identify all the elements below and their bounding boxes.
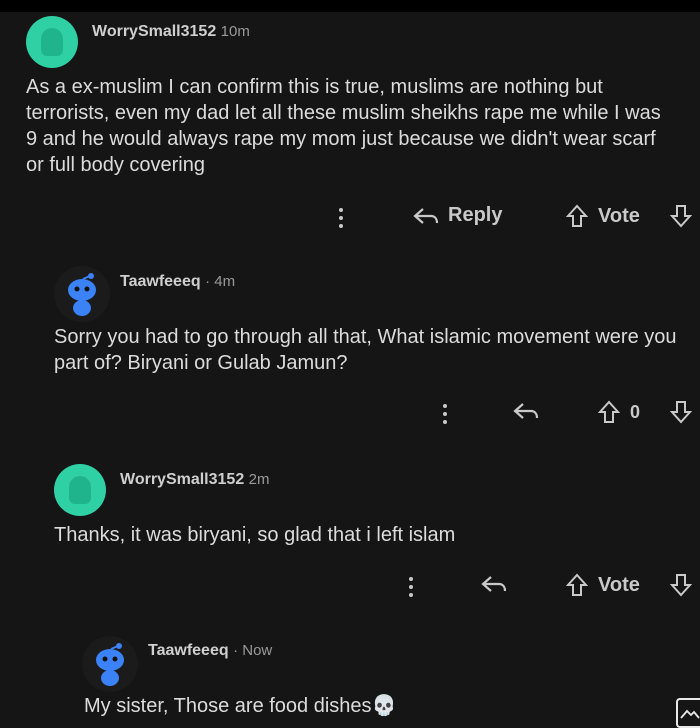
username-text[interactable]: WorrySmall3152	[92, 23, 216, 40]
reply-button[interactable]	[512, 400, 540, 422]
comment-thread: WorrySmall3152 10m As a ex-muslim I can …	[0, 12, 700, 728]
green-avatar[interactable]	[26, 16, 78, 68]
upvote-icon	[598, 400, 620, 423]
vote-label: Vote	[598, 573, 640, 596]
more-options-icon[interactable]	[408, 577, 414, 601]
comment-actions: Vote	[406, 573, 700, 603]
reply-label: Reply	[448, 204, 503, 226]
upvote-icon	[566, 204, 588, 227]
comment-actions: 0	[440, 400, 700, 430]
reply-arrow-icon	[513, 403, 539, 419]
snoo-icon	[96, 643, 124, 686]
more-options-icon[interactable]	[442, 404, 448, 428]
comment-actions: Reply Vote	[330, 204, 700, 234]
comment-time: · Now	[233, 642, 273, 659]
vote-label: Vote	[598, 204, 640, 227]
downvote-icon	[670, 205, 692, 228]
comment-body: Thanks, it was biryani, so glad that i l…	[54, 524, 456, 546]
downvote-icon	[670, 401, 692, 424]
comment-username[interactable]: WorrySmall3152 2m	[120, 471, 270, 489]
downvote-button[interactable]	[670, 400, 692, 424]
image-icon	[680, 709, 700, 719]
green-avatar[interactable]	[54, 464, 106, 516]
downvote-button[interactable]	[670, 204, 692, 228]
reply-button[interactable]: Reply	[412, 204, 502, 227]
username-text[interactable]: WorrySmall3152	[120, 471, 244, 488]
snoo-avatar[interactable]	[54, 266, 110, 322]
comment-body-text: My sister, Those are food dishes	[84, 695, 372, 717]
comment-body: As a ex-muslim I can confirm this is tru…	[26, 76, 661, 176]
comment-time: · 4m	[205, 273, 236, 290]
upvote-button[interactable]: Vote	[566, 573, 640, 597]
username-text[interactable]: Taawfeeeq	[148, 642, 229, 659]
comment-body: My sister, Those are food dishes💀	[84, 693, 674, 719]
comment-body: Sorry you had to go through all that, Wh…	[54, 326, 677, 374]
reply-arrow-icon	[413, 207, 439, 224]
upvote-icon	[566, 573, 588, 596]
downvote-icon	[670, 574, 692, 597]
comment-username[interactable]: Taawfeeeq · Now	[148, 642, 272, 660]
upvote-button[interactable]: 0	[598, 400, 640, 424]
snoo-icon	[68, 273, 96, 316]
comment-username[interactable]: Taawfeeeq · 4m	[120, 273, 235, 291]
username-text[interactable]: Taawfeeeq	[120, 273, 201, 290]
snoo-avatar[interactable]	[82, 636, 138, 692]
comment-time: 2m	[248, 471, 270, 488]
reply-button[interactable]	[480, 573, 508, 595]
vote-count: 0	[630, 401, 641, 422]
downvote-button[interactable]	[670, 573, 692, 597]
comment-username[interactable]: WorrySmall3152 10m	[92, 23, 250, 41]
top-black-bar	[0, 0, 700, 12]
upvote-button[interactable]: Vote	[566, 204, 640, 228]
skull-emoji-icon: 💀	[371, 695, 397, 717]
reply-arrow-icon	[481, 576, 507, 592]
comment-time: 10m	[220, 23, 250, 40]
more-options-icon[interactable]	[338, 208, 344, 232]
image-preview-icon[interactable]	[676, 698, 700, 728]
